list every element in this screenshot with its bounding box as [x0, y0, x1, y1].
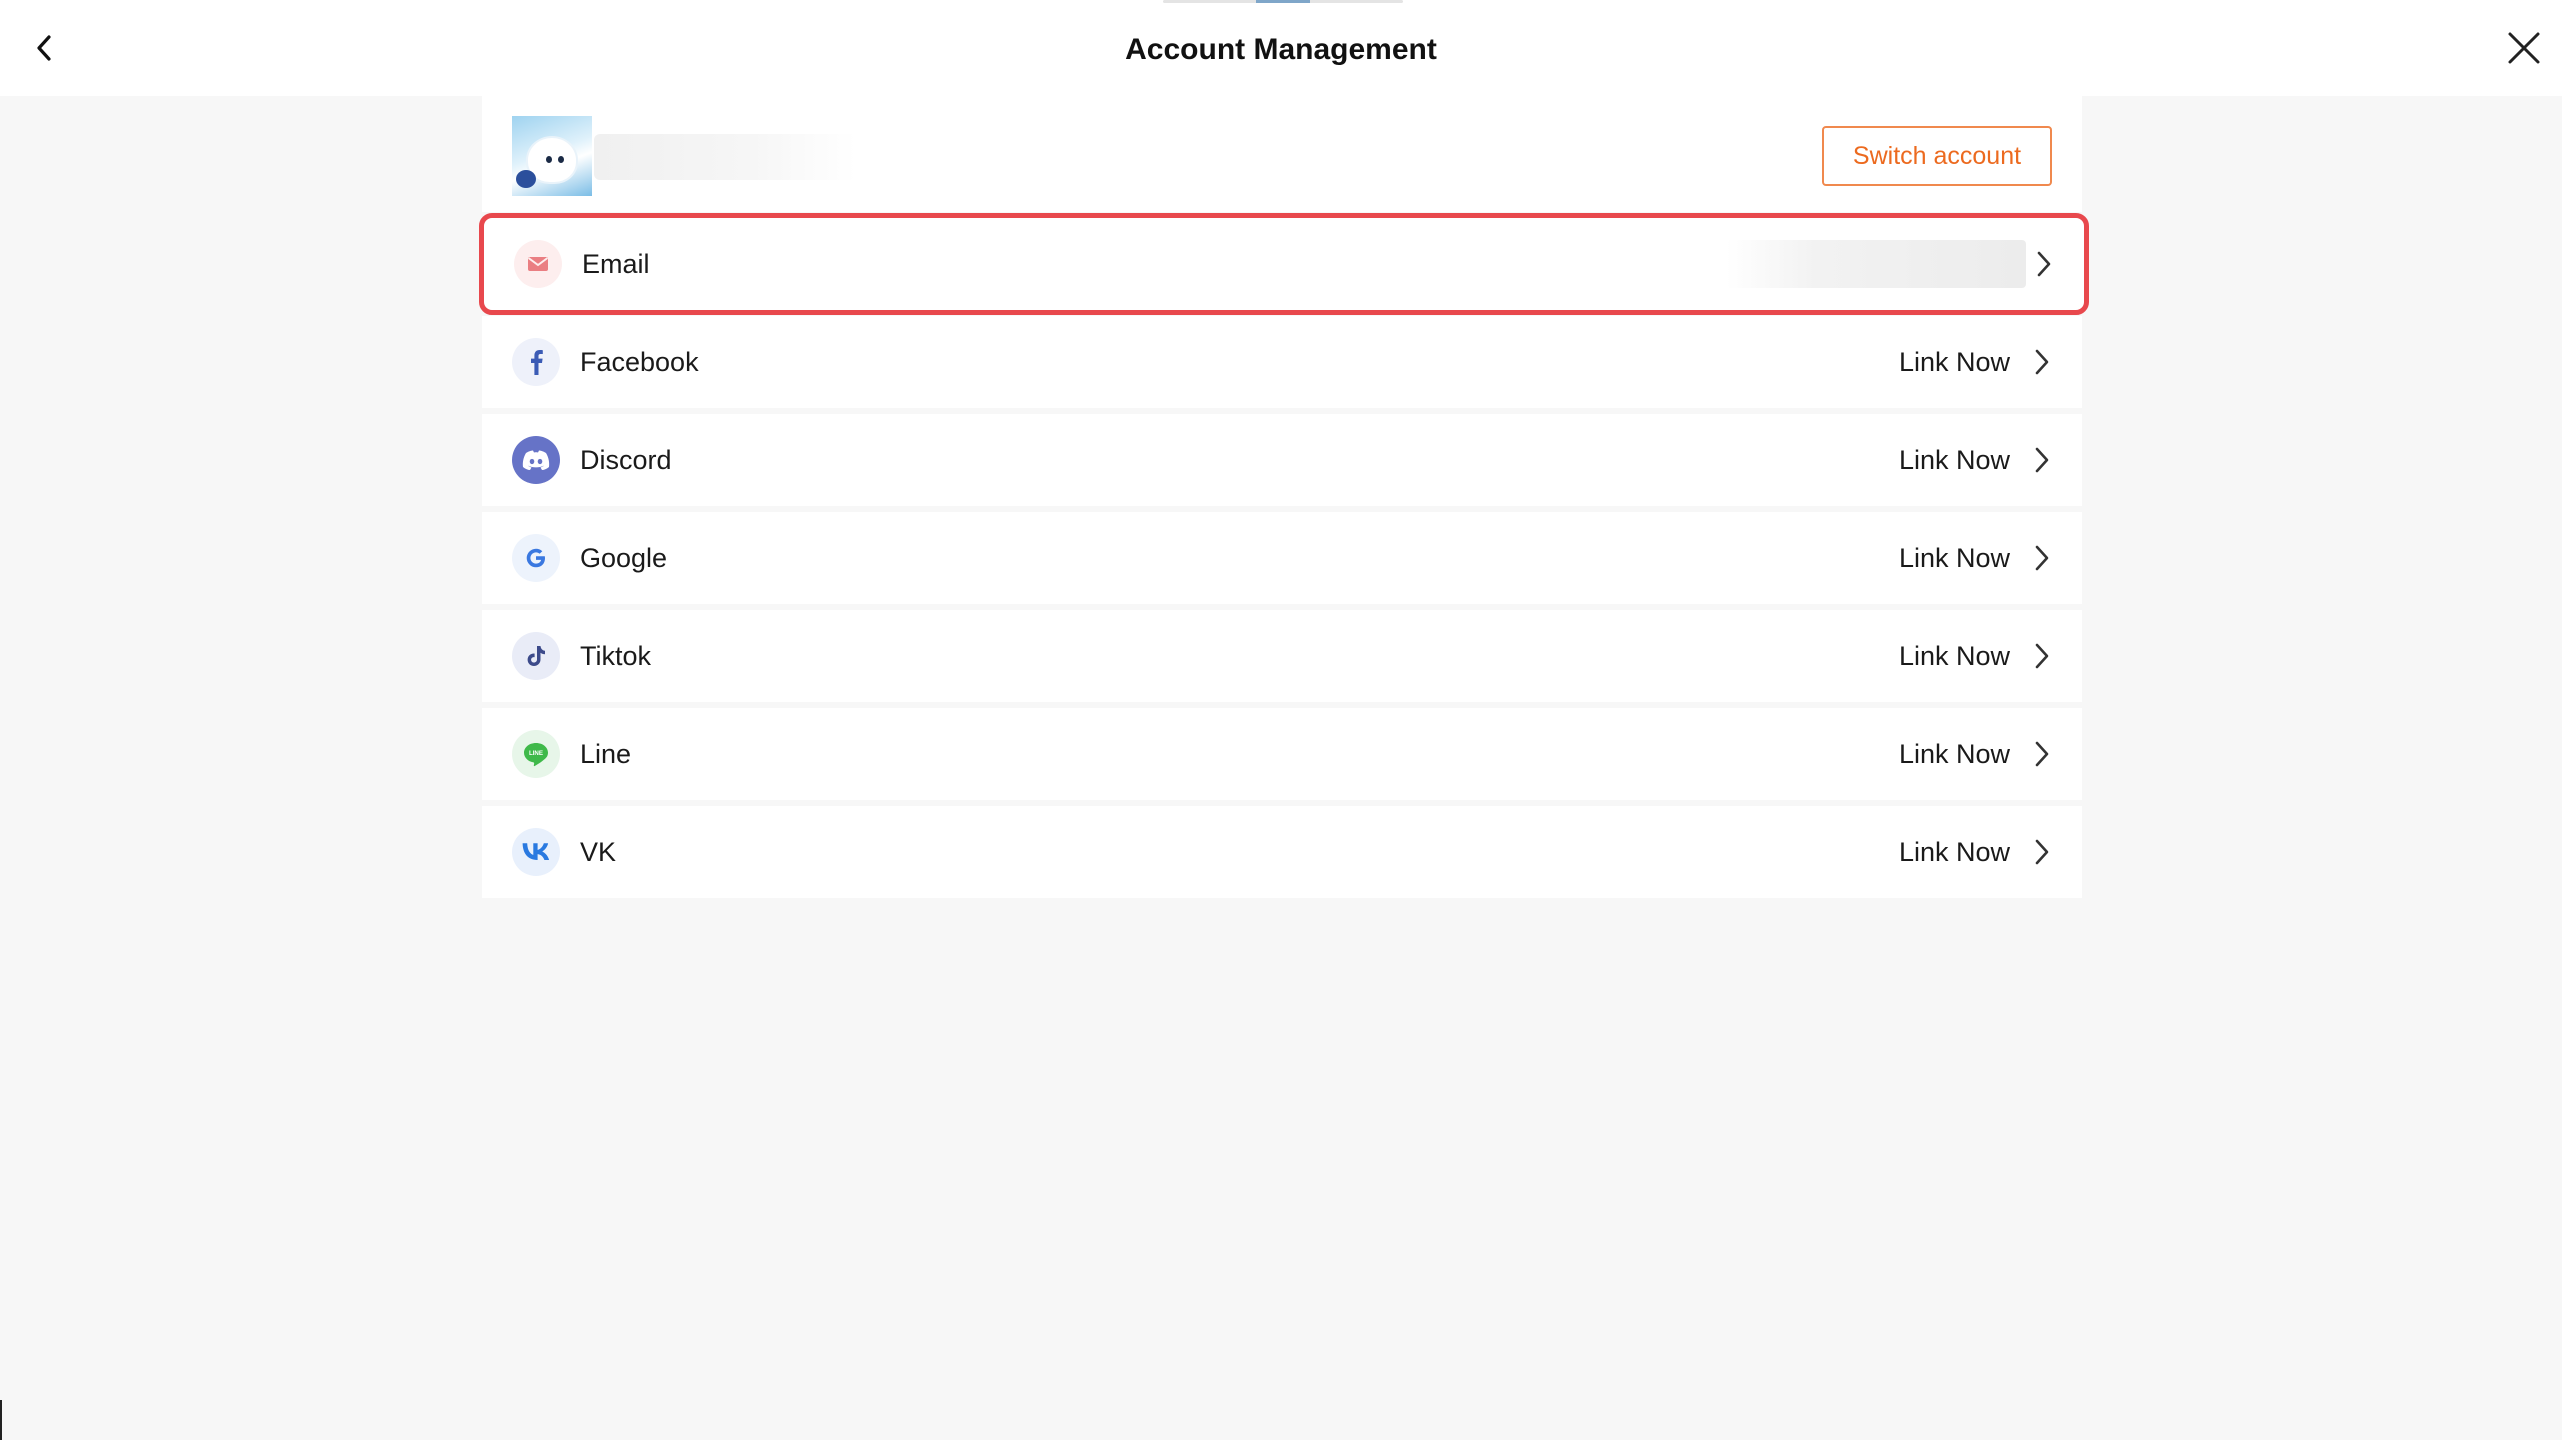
chevron-right-icon	[2030, 444, 2054, 476]
chevron-right-icon	[2030, 640, 2054, 672]
account-label: Google	[580, 543, 668, 573]
account-label: Facebook	[580, 347, 699, 377]
chevron-right-icon	[2030, 542, 2054, 574]
account-row-vk[interactable]: VK Link Now	[482, 806, 2082, 898]
link-now-label: Link Now	[1898, 347, 2010, 377]
link-now-label: Link Now	[1898, 445, 2010, 475]
line-icon: LINE	[512, 730, 560, 778]
link-now-label: Link Now	[1898, 837, 2010, 867]
google-icon	[512, 534, 560, 582]
link-now-label: Link Now	[1898, 641, 2010, 671]
account-label: Tiktok	[580, 641, 652, 671]
email-value-redacted	[1726, 240, 2026, 288]
account-row-discord[interactable]: Discord Link Now	[482, 414, 2082, 506]
switch-account-button[interactable]: Switch account	[1822, 126, 2052, 186]
page-title: Account Management	[1125, 33, 1437, 66]
avatar	[512, 116, 592, 196]
header-bar: Account Management	[0, 0, 2562, 96]
account-list: Switch account Email Facebook Link Now D…	[479, 96, 2089, 898]
account-row-google[interactable]: Google Link Now	[482, 512, 2082, 604]
svg-text:LINE: LINE	[529, 750, 543, 757]
vk-icon	[512, 828, 560, 876]
link-now-label: Link Now	[1898, 739, 2010, 769]
facebook-icon	[512, 338, 560, 386]
link-now-label: Link Now	[1898, 543, 2010, 573]
close-button[interactable]	[2500, 24, 2548, 72]
account-label: Discord	[580, 445, 672, 475]
chevron-right-icon	[2030, 836, 2054, 868]
chevron-right-icon	[2032, 248, 2056, 280]
profile-card: Switch account	[482, 96, 2082, 212]
account-label: VK	[580, 837, 617, 867]
tiktok-icon	[512, 632, 560, 680]
chevron-right-icon	[2030, 346, 2054, 378]
close-icon	[2508, 32, 2540, 64]
text-cursor	[0, 1400, 2, 1440]
account-label: Email	[582, 249, 650, 279]
mail-icon	[514, 240, 562, 288]
account-label: Line	[580, 739, 632, 769]
username-redacted	[594, 134, 856, 180]
account-row-facebook[interactable]: Facebook Link Now	[482, 316, 2082, 408]
chevron-right-icon	[2030, 738, 2054, 770]
account-row-tiktok[interactable]: Tiktok Link Now	[482, 610, 2082, 702]
account-row-line[interactable]: LINE Line Link Now	[482, 708, 2082, 800]
discord-icon	[512, 436, 560, 484]
account-row-email[interactable]: Email	[479, 213, 2089, 315]
top-indicator	[1163, 0, 1403, 3]
